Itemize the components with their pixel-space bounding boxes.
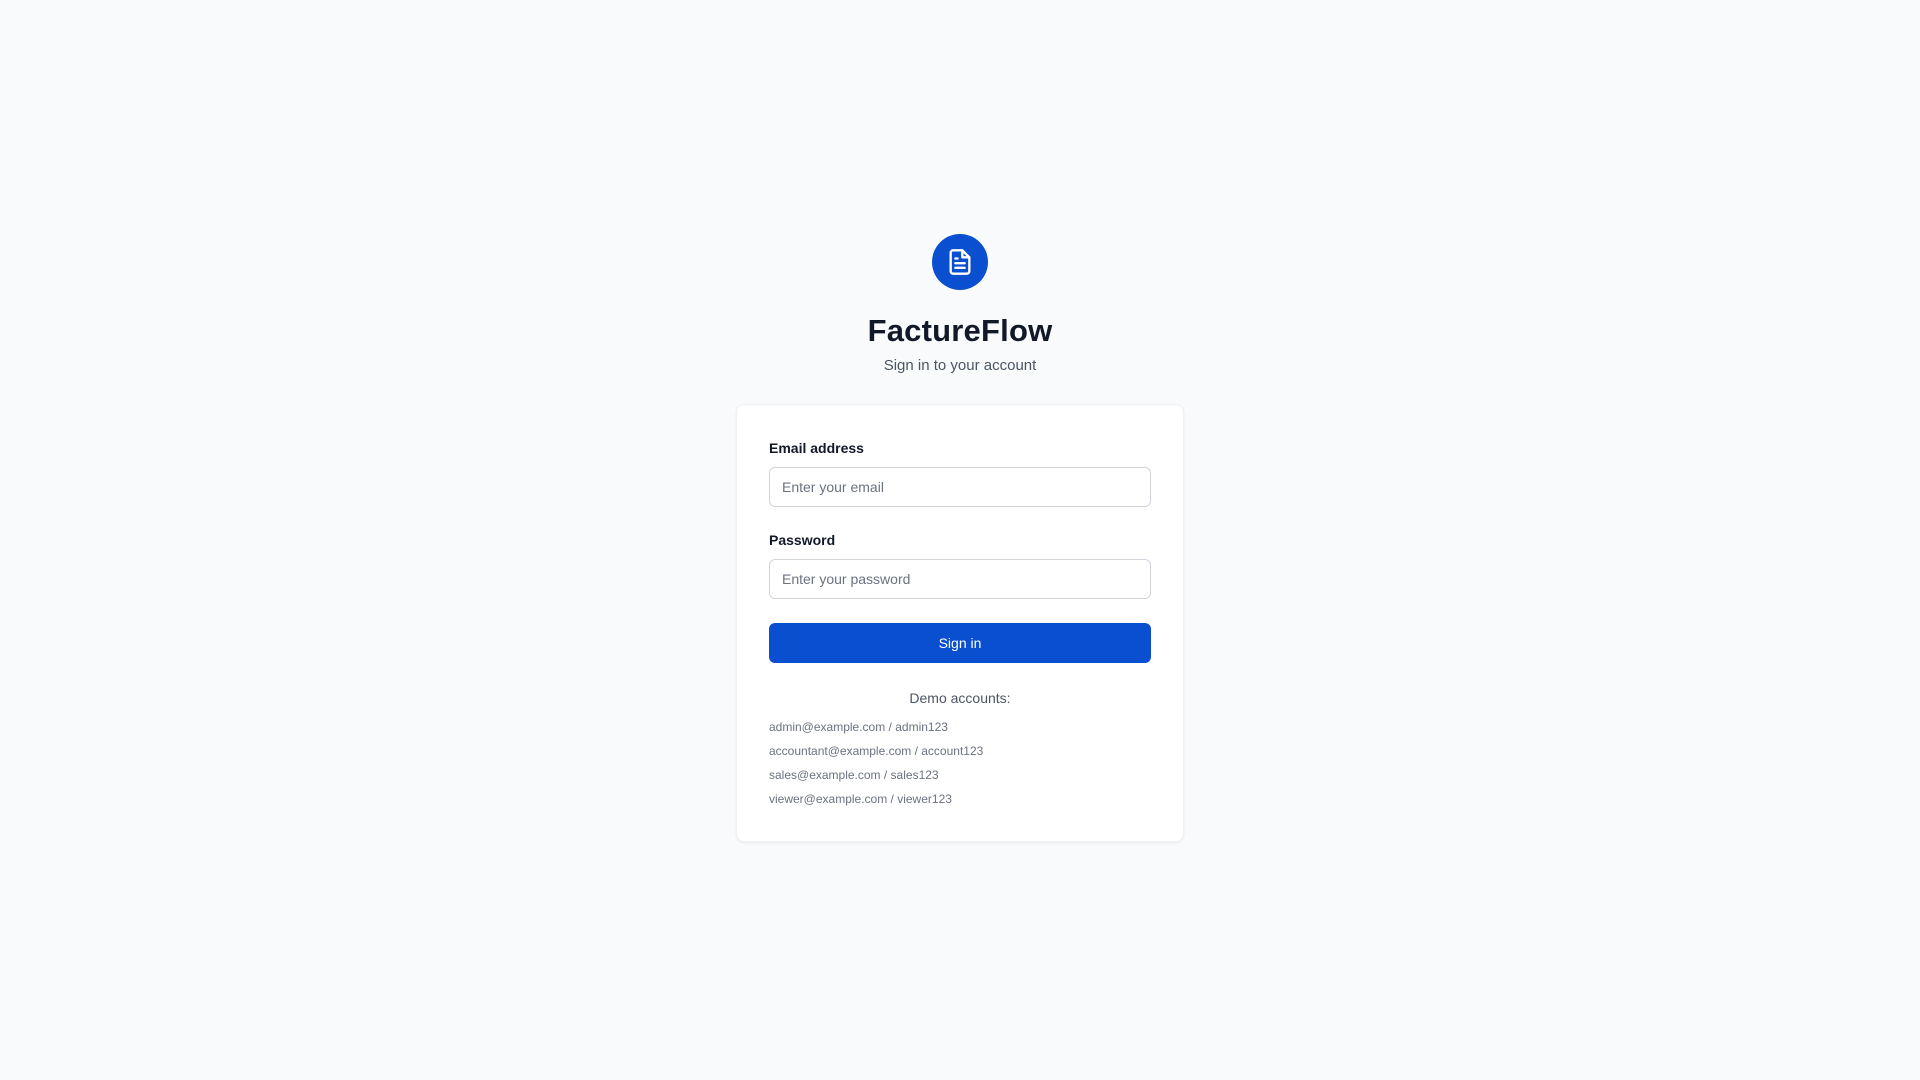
demo-accounts-list: admin@example.com / admin123 accountant@… <box>769 715 1151 811</box>
password-field-group: Password <box>769 531 1151 599</box>
password-input[interactable] <box>769 559 1151 599</box>
logo-badge <box>932 234 988 290</box>
app-title: FactureFlow <box>867 313 1053 348</box>
login-card: Email address Password Sign in Demo acco… <box>736 404 1184 842</box>
page-subtitle: Sign in to your account <box>883 357 1037 374</box>
email-label: Email address <box>769 440 864 456</box>
demo-account-item: admin@example.com / admin123 <box>769 720 948 734</box>
demo-account-item: viewer@example.com / viewer123 <box>769 792 952 806</box>
demo-accounts-title: Demo accounts: <box>909 690 1011 706</box>
demo-accounts: Demo accounts: admin@example.com / admin… <box>769 689 1151 811</box>
demo-account-item: accountant@example.com / account123 <box>769 744 984 758</box>
login-container: FactureFlow Sign in to your account Emai… <box>736 234 1184 842</box>
demo-account-item: sales@example.com / sales123 <box>769 768 939 782</box>
sign-in-button[interactable]: Sign in <box>769 623 1151 663</box>
email-field-group: Email address <box>769 439 1151 507</box>
email-input[interactable] <box>769 467 1151 507</box>
document-icon <box>949 249 971 275</box>
password-label: Password <box>769 532 836 548</box>
